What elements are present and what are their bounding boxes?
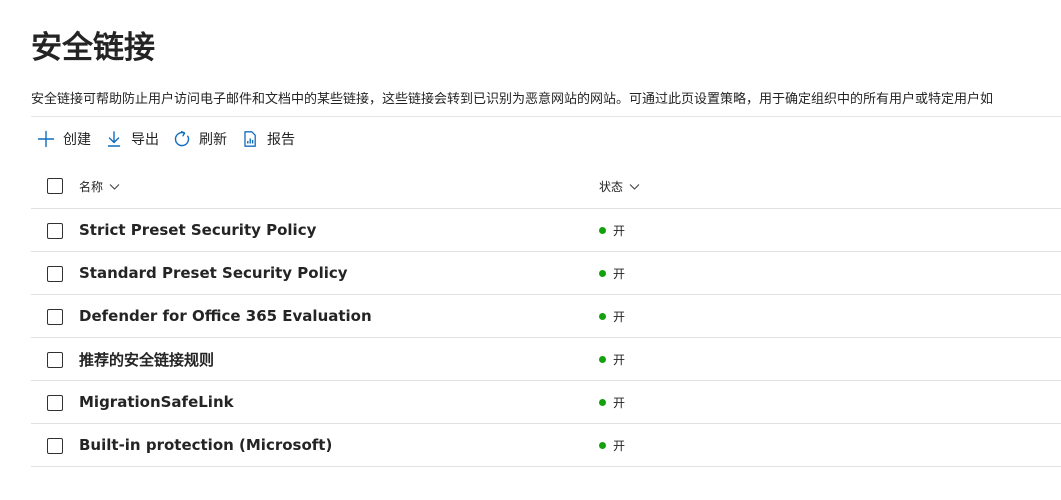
create-button[interactable]: 创建 [31,126,99,152]
policy-name[interactable]: MigrationSafeLink [79,381,234,423]
chevron-down-icon [109,183,120,190]
status-text: 开 [613,309,626,324]
report-icon [244,131,256,147]
export-button[interactable]: 导出 [99,126,167,152]
row-checkbox[interactable] [47,438,63,454]
column-status: 状态 [599,165,641,207]
status-dot-icon [599,398,606,406]
table-header-row: 名称 状态 [31,165,1061,209]
chevron-down-icon [629,183,640,190]
policy-name[interactable]: 推荐的安全链接规则 [79,338,214,380]
policy-table: 名称 状态 Strict Preset Security Policy 开 St… [31,165,1061,467]
status-column-header[interactable]: 状态 [599,178,641,195]
policy-name[interactable]: Defender for Office 365 Evaluation [79,295,372,337]
table-row[interactable]: Defender for Office 365 Evaluation 开 [31,295,1061,338]
table-row[interactable]: 推荐的安全链接规则 开 [31,338,1061,381]
status-text: 开 [613,395,626,410]
row-checkbox[interactable] [47,309,63,325]
status-dot-icon [599,226,606,234]
report-button[interactable]: 报告 [235,126,303,152]
status-cell: 开 [599,252,625,294]
status-cell: 开 [599,209,625,251]
row-checkbox[interactable] [47,395,63,411]
column-name: 名称 [79,165,121,207]
toolbar: 创建 导出 刷新 报告 [31,126,303,152]
status-text: 开 [613,266,626,281]
refresh-icon [174,130,190,147]
select-all-checkbox[interactable] [47,178,63,194]
table-row[interactable]: Standard Preset Security Policy 开 [31,252,1061,295]
divider [31,116,1061,117]
status-text: 开 [613,438,626,453]
table-row[interactable]: Built-in protection (Microsoft) 开 [31,424,1061,467]
status-text: 开 [613,223,626,238]
name-header-label: 名称 [79,179,104,194]
status-dot-icon [599,312,606,320]
status-dot-icon [599,355,606,363]
policy-name[interactable]: Built-in protection (Microsoft) [79,424,332,466]
report-label: 报告 [267,132,295,148]
row-checkbox[interactable] [47,266,63,282]
table-row[interactable]: MigrationSafeLink 开 [31,381,1061,424]
page-description: 安全链接可帮助防止用户访问电子邮件和文档中的某些链接，这些链接会转到已识别为恶意… [31,92,994,107]
plus-icon [37,130,55,148]
policy-name[interactable]: Standard Preset Security Policy [79,252,348,294]
status-cell: 开 [599,338,625,380]
name-column-header[interactable]: 名称 [79,178,121,195]
status-cell: 开 [599,381,625,423]
status-text: 开 [613,352,626,367]
row-checkbox[interactable] [47,223,63,239]
refresh-button[interactable]: 刷新 [167,126,235,152]
create-label: 创建 [63,132,91,148]
status-dot-icon [599,269,606,277]
page-title: 安全链接 [31,30,155,66]
download-icon [107,131,121,147]
status-dot-icon [599,441,606,449]
policy-name[interactable]: Strict Preset Security Policy [79,209,316,251]
refresh-label: 刷新 [199,132,227,148]
status-cell: 开 [599,295,625,337]
status-header-label: 状态 [599,179,624,194]
table-row[interactable]: Strict Preset Security Policy 开 [31,209,1061,252]
row-checkbox[interactable] [47,352,63,368]
status-cell: 开 [599,424,625,466]
export-label: 导出 [131,132,159,148]
